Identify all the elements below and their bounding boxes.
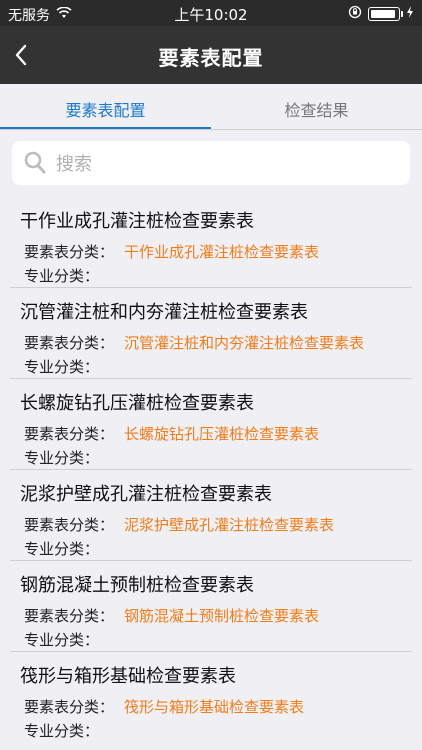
search-bar: [12, 141, 410, 185]
specialty-label: 专业分类：: [24, 722, 100, 740]
item-title: 泥浆护壁成孔灌注桩检查要素表: [20, 484, 272, 505]
rotation-lock-icon: [348, 5, 362, 23]
item-title: 干作业成孔灌注桩检查要素表: [20, 211, 254, 232]
page-title: 要素表配置: [158, 46, 264, 70]
category-label: 要素表分类：: [24, 607, 115, 625]
specialty-label: 专业分类：: [24, 358, 100, 376]
specialty-label: 专业分类：: [24, 267, 100, 285]
search-input[interactable]: [54, 149, 398, 179]
item-title: 钢筋混凝土预制桩检查要素表: [20, 575, 254, 596]
category-label: 要素表分类：: [24, 516, 115, 534]
list-item[interactable]: 泥浆护壁成孔灌注桩检查要素表 要素表分类： 泥浆护壁成孔灌注桩检查要素表 专业分类…: [0, 470, 422, 561]
category-label: 要素表分类：: [24, 334, 115, 352]
tab-check-results[interactable]: 检查结果: [211, 94, 422, 130]
charging-icon: [406, 6, 414, 22]
category-label: 要素表分类：: [24, 243, 115, 261]
category-value: 长螺旋钻孔压灌桩检查要素表: [124, 425, 320, 443]
specialty-label: 专业分类：: [24, 540, 100, 558]
tab-bar: 要素表配置 检查结果: [0, 94, 422, 130]
list-item[interactable]: 长螺旋钻孔压灌桩检查要素表 要素表分类： 长螺旋钻孔压灌桩检查要素表 专业分类：: [0, 379, 422, 470]
category-value: 干作业成孔灌注桩检查要素表: [124, 243, 320, 261]
list-item[interactable]: 沉管灌注桩和内夯灌注桩检查要素表 要素表分类： 沉管灌注桩和内夯灌注桩检查要素表 …: [0, 288, 422, 379]
tab-element-config[interactable]: 要素表配置: [0, 94, 211, 130]
category-value: 沉管灌注桩和内夯灌注桩检查要素表: [124, 334, 365, 352]
navigation-bar: 要素表配置: [0, 26, 422, 84]
category-value: 泥浆护壁成孔灌注桩检查要素表: [124, 516, 335, 534]
list-item[interactable]: 干作业成孔灌注桩检查要素表 要素表分类： 干作业成孔灌注桩检查要素表 专业分类：: [0, 197, 422, 288]
list-item[interactable]: 筏形与箱形基础检查要素表 要素表分类： 筏形与箱形基础检查要素表 专业分类：: [0, 652, 422, 743]
list-item[interactable]: 钢筋混凝土预制桩检查要素表 要素表分类： 钢筋混凝土预制桩检查要素表 专业分类：: [0, 561, 422, 652]
element-table-list: 干作业成孔灌注桩检查要素表 要素表分类： 干作业成孔灌注桩检查要素表 专业分类： …: [0, 197, 422, 743]
tab-divider: [0, 129, 422, 130]
specialty-label: 专业分类：: [24, 449, 100, 467]
item-title: 沉管灌注桩和内夯灌注桩检查要素表: [20, 302, 308, 323]
category-label: 要素表分类：: [24, 425, 115, 443]
status-bar: 无服务 上午10:02: [0, 0, 422, 26]
category-value: 筏形与箱形基础检查要素表: [124, 698, 305, 716]
battery-icon: [368, 7, 403, 21]
category-value: 钢筋混凝土预制桩检查要素表: [124, 607, 320, 625]
item-title: 长螺旋钻孔压灌桩检查要素表: [20, 393, 254, 414]
category-label: 要素表分类：: [24, 698, 115, 716]
specialty-label: 专业分类：: [24, 631, 100, 649]
item-title: 筏形与箱形基础检查要素表: [20, 666, 236, 687]
search-icon: [24, 151, 46, 179]
